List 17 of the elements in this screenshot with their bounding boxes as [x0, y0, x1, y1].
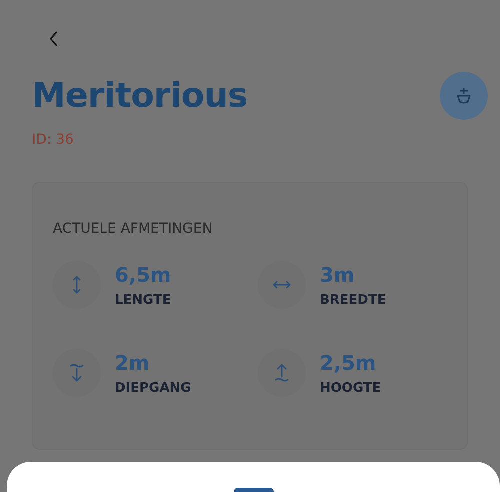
dimension-value: 6,5m: [115, 262, 172, 286]
dimension-label: LENGTE: [115, 292, 172, 308]
back-icon[interactable]: [48, 30, 60, 48]
vertical-arrow-icon: [72, 275, 82, 295]
up-arrow-water-icon: [274, 363, 290, 383]
dimension-value: 2,5m: [320, 350, 378, 374]
dimensions-heading: ACTUELE AFMETINGEN: [53, 221, 214, 237]
horizontal-arrow-icon: [272, 280, 292, 290]
boat-button[interactable]: [440, 72, 488, 120]
dimension-value: 2m: [115, 350, 151, 374]
vessel-title: Meritorious: [32, 76, 248, 116]
dimension-label: BREEDTE: [320, 292, 386, 308]
dimension-label: HOOGTE: [320, 380, 382, 396]
vessel-id: ID: 36: [32, 132, 75, 148]
dimension-value: 3m: [320, 262, 356, 286]
down-arrow-water-icon: [69, 363, 85, 383]
dimension-label: DIEPGANG: [115, 380, 192, 396]
